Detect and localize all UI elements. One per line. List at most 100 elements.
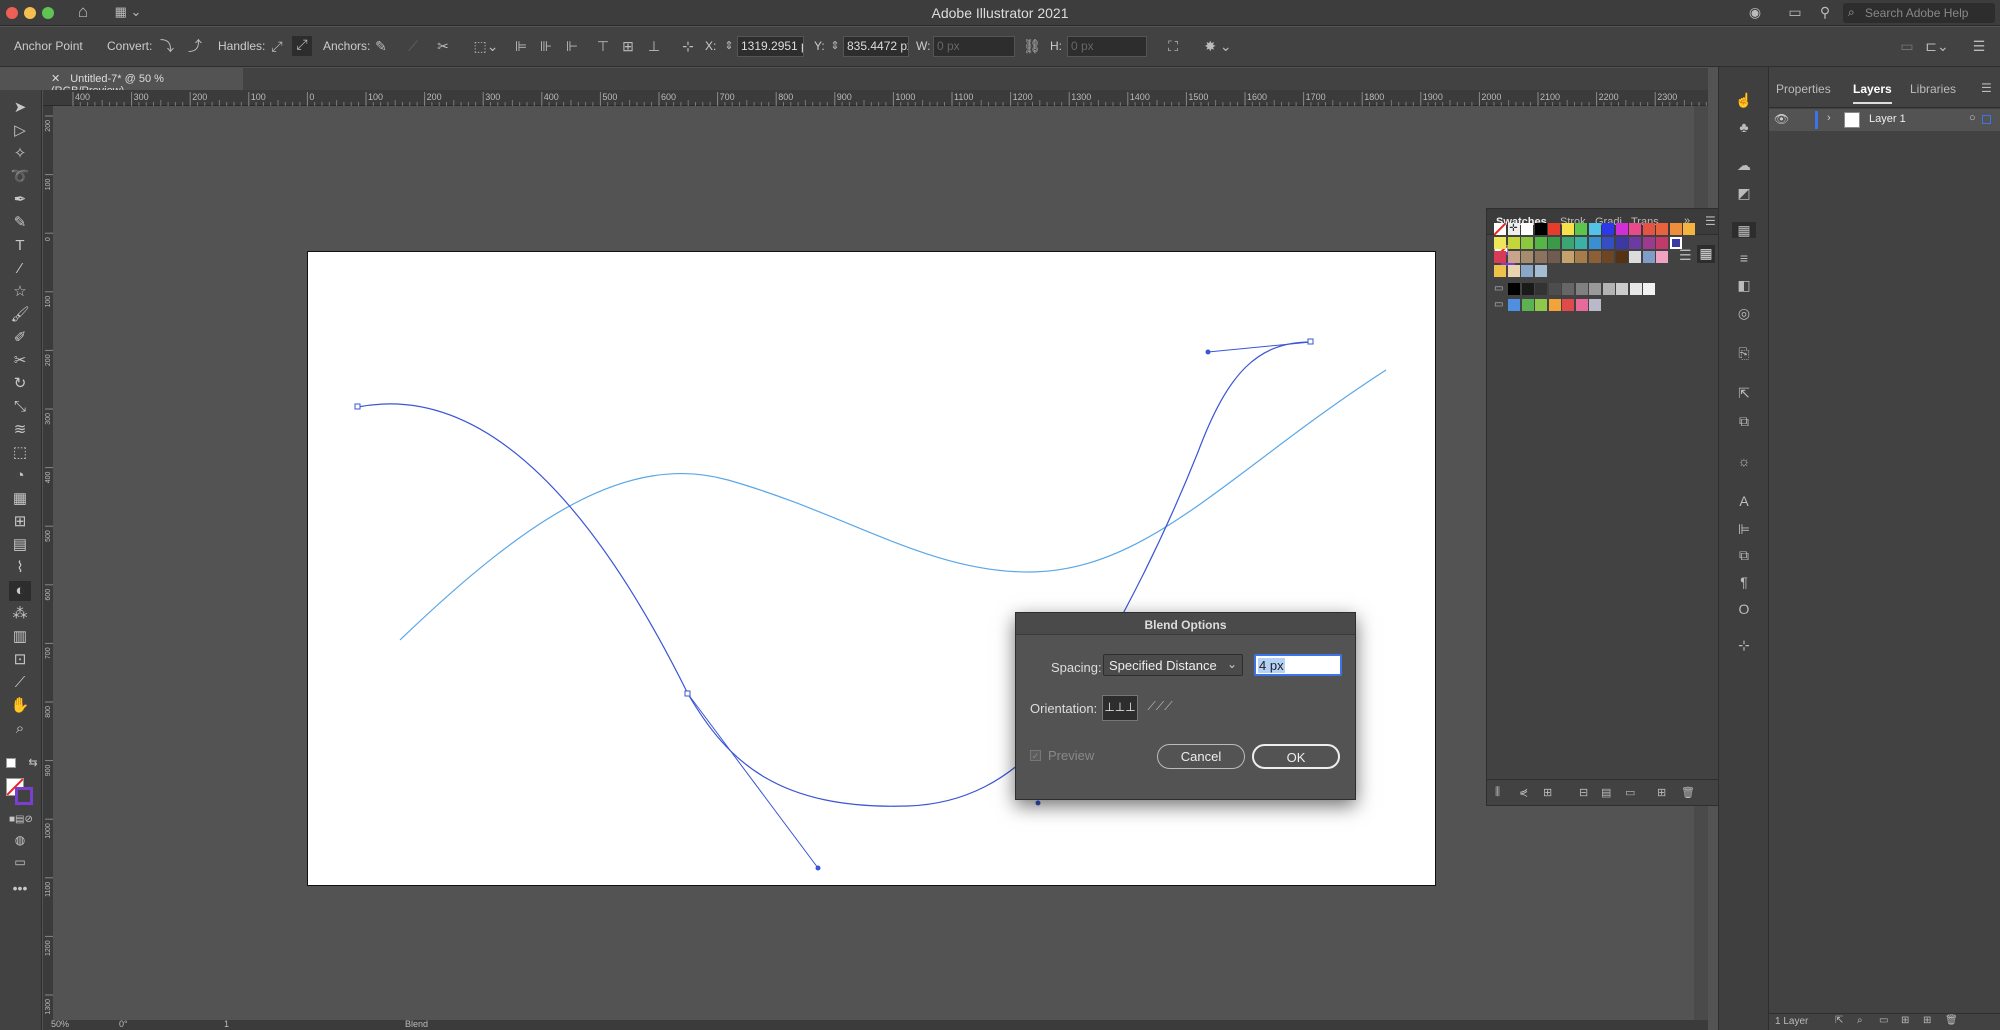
swatch[interactable] <box>1588 237 1601 249</box>
swatch[interactable] <box>1615 223 1628 235</box>
swatch[interactable] <box>1507 251 1520 263</box>
group-swatch[interactable] <box>1535 299 1547 311</box>
recolor-icon[interactable]: ✸ ⌄ <box>1200 38 1236 54</box>
gray-swatch[interactable] <box>1589 283 1601 295</box>
align-to-path-icon[interactable]: ⟋⟋⟋ <box>1142 695 1178 721</box>
symbols-icon[interactable]: ♣ <box>1734 119 1754 135</box>
document-tab[interactable]: ✕Untitled-7* @ 50 % (RGB/Preview) <box>43 68 243 97</box>
opentype-panel-icon[interactable]: O <box>1734 601 1754 617</box>
spacing-value-field[interactable]: 4 px <box>1254 654 1342 676</box>
align-panel-icon[interactable]: ⊫ <box>1734 521 1754 537</box>
warp-tool-icon[interactable]: ≋ <box>9 420 31 440</box>
type-tool-icon[interactable]: T <box>9 236 31 256</box>
panel-menu-icon[interactable]: ☰ <box>1981 81 1992 95</box>
export-panel-icon[interactable]: ⎘ <box>1734 345 1754 361</box>
gray-swatch[interactable] <box>1535 283 1547 295</box>
swatch[interactable] <box>1615 237 1628 249</box>
gray-swatch[interactable] <box>1575 283 1588 295</box>
connect-anchor-icon[interactable]: ⟋ <box>404 38 422 54</box>
group-swatch[interactable] <box>1589 299 1601 311</box>
column-graph-tool-icon[interactable]: ▥ <box>9 627 31 647</box>
magic-wand-tool-icon[interactable]: ✧ <box>9 144 31 164</box>
clipping-mask-icon[interactable]: ▭ <box>1879 1015 1888 1026</box>
artboard-tool-icon[interactable]: ⊡ <box>9 650 31 670</box>
folder-icon[interactable]: ▭ <box>1625 786 1635 799</box>
hand-tool-icon[interactable]: ✋ <box>9 696 31 716</box>
expand-layer-icon[interactable]: › <box>1827 112 1831 124</box>
swatch[interactable] <box>1656 223 1668 235</box>
align-right-icon[interactable]: ⊩ <box>563 38 581 54</box>
paragraph-panel-icon[interactable]: ¶ <box>1734 574 1754 590</box>
group-swatch[interactable] <box>1575 299 1588 311</box>
swatches-panel-icon[interactable]: ▦ <box>1732 222 1756 238</box>
swatch[interactable] <box>1521 223 1533 235</box>
swatch[interactable] <box>1507 265 1520 277</box>
swatch[interactable] <box>1521 251 1533 263</box>
blend-tool-icon[interactable]: ◐ <box>9 581 31 601</box>
more-options-icon[interactable]: ☰ <box>1970 38 1988 54</box>
swatch[interactable] <box>1629 223 1641 235</box>
panel-toggle-icon[interactable]: ▭ <box>1786 4 1804 20</box>
swatch[interactable] <box>1642 251 1655 263</box>
new-color-group-icon[interactable]: ▤ <box>1601 786 1611 799</box>
hide-handles-icon[interactable]: ⤢ <box>292 36 312 56</box>
slice-tool-icon[interactable]: ⟋ <box>9 673 31 693</box>
swatch[interactable] <box>1656 251 1668 263</box>
align-top-icon[interactable]: ⊤ <box>594 38 612 54</box>
align-bottom-icon[interactable]: ⊥ <box>645 38 663 54</box>
swatch[interactable] <box>1642 223 1655 235</box>
swatch-libraries-icon[interactable]: ⫼ <box>1495 786 1500 799</box>
group-swatch[interactable] <box>1508 299 1520 311</box>
free-transform-tool-icon[interactable]: ⬚ <box>9 443 31 463</box>
zoom-level[interactable]: 50% <box>51 1020 69 1029</box>
graphic-styles-icon[interactable]: ◩ <box>1734 185 1754 201</box>
gray-swatch[interactable] <box>1629 283 1642 295</box>
gray-swatch[interactable] <box>1643 283 1655 295</box>
swatch[interactable] <box>1534 265 1547 277</box>
swatch[interactable] <box>1494 237 1506 249</box>
color-mode-icons[interactable]: ■▤⊘ <box>9 810 33 830</box>
appearance-panel-icon[interactable]: ☼ <box>1734 453 1754 469</box>
panel-options-icon[interactable]: ⊏⌄ <box>1922 38 1952 54</box>
brushes-icon[interactable]: ☁ <box>1734 157 1754 173</box>
gradient-tool-icon[interactable]: ▤ <box>9 535 31 555</box>
swap-colors-icon[interactable]: ⇆ <box>22 753 44 773</box>
swatch[interactable] <box>1548 251 1560 263</box>
constrain-link-icon[interactable]: ⛓ <box>1023 38 1041 54</box>
group-swatch[interactable] <box>1562 299 1574 311</box>
align-to-page-icon[interactable]: ⊥⊥⊥ <box>1102 695 1138 721</box>
arrange-docs-icon[interactable]: ▭ <box>1898 38 1916 54</box>
gray-swatch[interactable] <box>1508 283 1520 295</box>
tab-layers[interactable]: Layers <box>1853 82 1892 104</box>
convert-smooth-icon[interactable]: ⤴ <box>186 38 204 54</box>
star-tool-icon[interactable]: ☆ <box>9 282 31 302</box>
selection-indicator[interactable] <box>1982 115 1991 124</box>
swatch[interactable] <box>1629 251 1641 263</box>
artboards-panel-icon[interactable]: ⧉ <box>1734 413 1754 429</box>
rotate-tool-icon[interactable]: ↻ <box>9 374 31 394</box>
reference-point-icon[interactable]: ⊹ <box>679 38 697 54</box>
layer-name[interactable]: Layer 1 <box>1869 113 1906 125</box>
edit-toolbar-icon[interactable]: ••• <box>9 878 31 898</box>
line-tool-icon[interactable]: ⁄ <box>9 259 31 279</box>
swatch[interactable] <box>1561 223 1574 235</box>
swatch[interactable] <box>1561 237 1574 249</box>
swatch[interactable] <box>1615 251 1628 263</box>
new-sublayer-icon[interactable]: ⊞ <box>1901 1015 1909 1026</box>
tab-properties[interactable]: Properties <box>1776 82 1831 96</box>
shaper-tool-icon[interactable]: ✐ <box>9 328 31 348</box>
gray-swatch[interactable] <box>1602 283 1615 295</box>
swatch[interactable] <box>1534 237 1547 249</box>
scale-tool-icon[interactable]: ⤡ <box>9 397 31 417</box>
swatch[interactable] <box>1521 237 1533 249</box>
swatch[interactable] <box>1629 237 1641 249</box>
scissors-tool-icon[interactable]: ✂ <box>9 351 31 371</box>
delete-layer-icon[interactable]: 🗑 <box>1945 1015 1958 1026</box>
swatch[interactable] <box>1602 237 1614 249</box>
panel-menu-icon[interactable]: ☰ <box>1705 214 1716 228</box>
character-panel-icon[interactable]: A <box>1734 493 1754 509</box>
swatch[interactable] <box>1507 237 1520 249</box>
draw-mode-icon[interactable]: ◍ <box>9 830 31 850</box>
remove-anchor-icon[interactable]: ✎ <box>372 38 390 54</box>
user-account-icon[interactable]: ◉ <box>1746 4 1764 20</box>
